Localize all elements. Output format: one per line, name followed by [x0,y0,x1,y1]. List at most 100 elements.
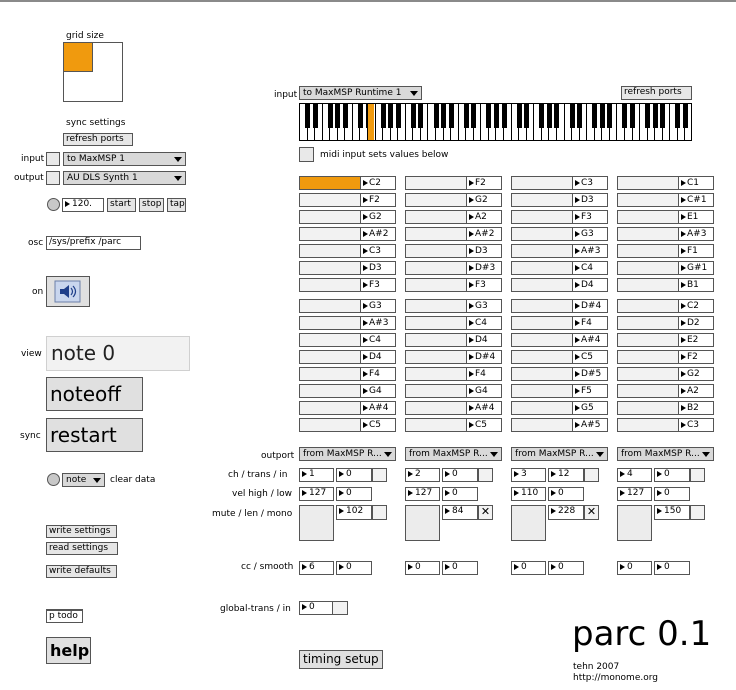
length-number[interactable]: 84 [442,505,478,520]
help-button[interactable]: help [46,637,91,664]
note-slider[interactable]: G2 [299,210,396,224]
note-slider[interactable]: A#4 [405,401,502,415]
note-slider[interactable]: G3 [405,299,502,313]
mute-toggle[interactable] [299,505,334,541]
note-value[interactable]: A#3 [572,244,608,258]
mono-toggle[interactable] [372,505,387,520]
note-slider[interactable]: G4 [299,384,396,398]
black-key[interactable] [516,104,522,128]
black-key[interactable] [388,104,394,128]
input-toggle[interactable] [46,152,60,166]
note-value[interactable]: D2 [678,316,714,330]
note-value[interactable]: G2 [466,193,502,207]
mono-toggle[interactable]: ✕ [478,505,493,520]
note-value[interactable]: F3 [466,278,502,292]
note-slider[interactable]: C3 [299,244,396,258]
p-todo-object[interactable]: p todo [46,609,83,623]
black-key[interactable] [592,104,598,128]
note-slider[interactable]: F3 [511,210,608,224]
read-settings-button[interactable]: read settings [46,542,118,555]
note-slider[interactable]: E1 [617,210,714,224]
note-slider[interactable]: F2 [405,176,502,190]
channel-number[interactable]: 4 [617,468,652,482]
note-value[interactable]: C4 [572,261,608,275]
note-slider[interactable]: C5 [511,350,608,364]
note-slider[interactable]: D#5 [511,367,608,381]
note-slider[interactable]: A#3 [617,227,714,241]
note-value[interactable]: C3 [678,418,714,432]
start-button[interactable]: start [107,198,136,212]
note-slider[interactable]: C4 [511,261,608,275]
black-key[interactable] [645,104,651,128]
channel-number[interactable]: 3 [511,468,546,482]
black-key[interactable] [448,104,454,128]
note-value[interactable]: G3 [572,227,608,241]
mute-toggle[interactable] [617,505,652,541]
input-toggle[interactable] [690,468,705,482]
black-key[interactable] [682,104,688,128]
smooth-number[interactable]: 0 [442,561,478,575]
note-value[interactable]: D3 [572,193,608,207]
note-slider[interactable]: F4 [511,316,608,330]
mute-toggle[interactable] [405,505,440,541]
note-slider[interactable]: B1 [617,278,714,292]
black-key[interactable] [622,104,628,128]
velocity-low-number[interactable]: 0 [336,487,372,501]
black-key[interactable] [660,104,666,128]
note-slider[interactable]: F3 [405,278,502,292]
note-slider[interactable]: C5 [405,418,502,432]
note-slider[interactable]: D3 [405,244,502,258]
transpose-number[interactable]: 0 [654,468,690,482]
note-value[interactable]: A#5 [572,418,608,432]
black-key[interactable] [312,104,318,128]
black-key[interactable] [327,104,333,128]
note-slider[interactable]: A2 [405,210,502,224]
note-slider[interactable]: F4 [405,367,502,381]
note-value[interactable]: G4 [360,384,396,398]
black-key[interactable] [675,104,681,128]
note-value[interactable]: A2 [466,210,502,224]
note-slider[interactable]: D2 [617,316,714,330]
black-key[interactable] [539,104,545,128]
velocity-high-number[interactable]: 127 [299,487,334,501]
note-slider[interactable]: C5 [299,418,396,432]
outport-menu[interactable]: from MaxMSP R... [617,447,714,461]
note-value[interactable]: F4 [360,367,396,381]
note-value[interactable]: G4 [466,384,502,398]
black-key[interactable] [501,104,507,128]
note-value[interactable]: G#1 [678,261,714,275]
note-slider[interactable]: D4 [405,333,502,347]
black-key[interactable] [471,104,477,128]
note-slider[interactable]: D#3 [405,261,502,275]
mute-toggle[interactable] [511,505,546,541]
note-slider[interactable]: C4 [299,333,396,347]
transpose-number[interactable]: 0 [442,468,478,482]
note-slider[interactable]: C2 [617,299,714,313]
note-value[interactable]: A#4 [360,401,396,415]
note-value[interactable]: A#4 [466,401,502,415]
note-slider[interactable]: C#1 [617,193,714,207]
note-slider[interactable]: A2 [617,384,714,398]
refresh-ports-button[interactable]: refresh ports [63,133,133,146]
cc-number[interactable]: 0 [511,561,546,575]
note-value[interactable]: A#4 [572,333,608,347]
note-value[interactable]: D#4 [572,299,608,313]
black-key[interactable] [395,104,401,128]
note-slider[interactable]: F2 [617,350,714,364]
midi-input-menu[interactable]: to MaxMSP Runtime 1 [299,86,422,100]
note-slider[interactable]: A#4 [511,333,608,347]
note-value[interactable]: E1 [678,210,714,224]
velocity-low-number[interactable]: 0 [548,487,584,501]
note-slider[interactable]: E2 [617,333,714,347]
note-value[interactable]: F5 [572,384,608,398]
black-key[interactable] [342,104,348,128]
velocity-low-number[interactable]: 0 [654,487,690,501]
note-value[interactable]: G2 [360,210,396,224]
output-device-menu[interactable]: AU DLS Synth 1 [63,171,186,185]
note-value[interactable]: C4 [466,316,502,330]
black-key[interactable] [441,104,447,128]
note-slider[interactable]: D4 [299,350,396,364]
note-slider[interactable]: F3 [299,278,396,292]
smooth-number[interactable]: 0 [654,561,690,575]
note-value[interactable]: G2 [678,367,714,381]
